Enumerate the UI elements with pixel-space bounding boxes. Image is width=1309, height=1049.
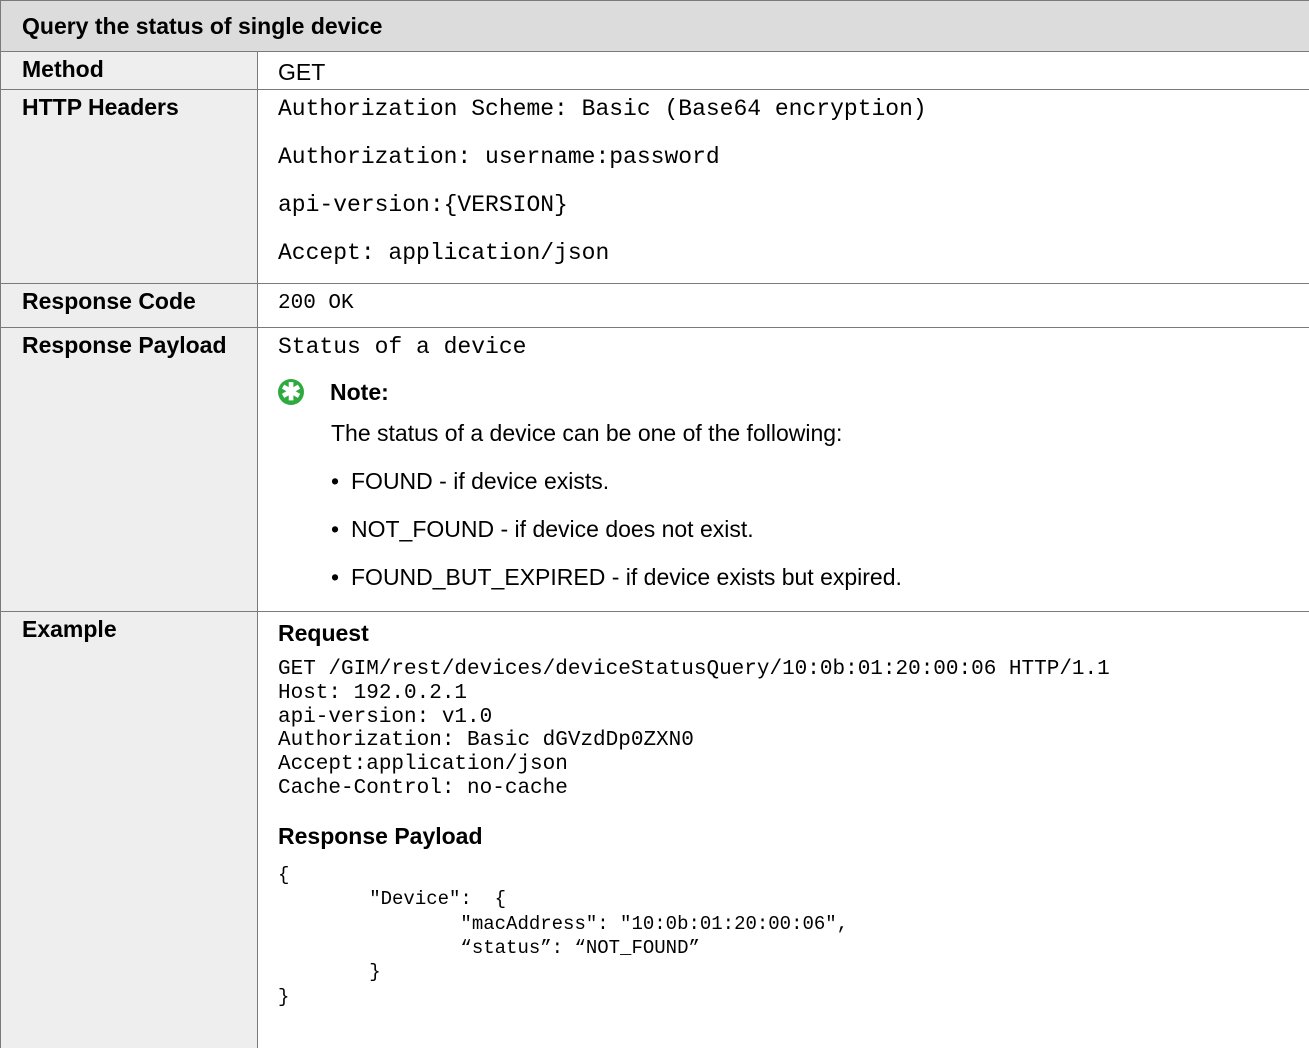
response-code-block: { "Device": { "macAddress": "10:0b:01:20…: [278, 863, 849, 1008]
example-label: Example: [1, 612, 258, 1048]
response-code-value: 200 OK: [278, 292, 354, 315]
note-bullet: • FOUND - if device exists.: [331, 462, 1309, 510]
response-code-row: Response Code 200 OK: [1, 284, 1309, 328]
note-label: Note:: [330, 378, 389, 405]
http-headers-row: HTTP Headers Authorization Scheme: Basic…: [1, 90, 1309, 284]
header-line: Accept: application/json: [278, 240, 610, 266]
response-payload-heading: Response Payload: [278, 822, 483, 849]
bullet-text: NOT_FOUND - if device does not exist.: [351, 516, 754, 542]
header-line: Authorization: username:password: [278, 144, 720, 170]
response-payload-label: Response Payload: [1, 328, 258, 611]
note-header: ✱ Note:: [278, 370, 1309, 414]
http-headers-label: HTTP Headers: [1, 90, 258, 283]
method-row: Method GET: [1, 52, 1309, 90]
response-payload-value: Status of a device ✱ Note: The status of…: [258, 328, 1309, 611]
header-line: Authorization Scheme: Basic (Base64 encr…: [278, 96, 927, 122]
note-bullet: • NOT_FOUND - if device does not exist.: [331, 510, 1309, 558]
bullet-dot-icon: •: [331, 564, 340, 590]
note-bullet: • FOUND_BUT_EXPIRED - if device exists bu…: [331, 558, 1309, 606]
note-intro: The status of a device can be one of the…: [331, 420, 843, 446]
api-reference-table: Query the status of single device Method…: [0, 0, 1309, 1048]
response-code-label: Response Code: [1, 284, 258, 327]
example-value: Request GET /GIM/rest/devices/deviceStat…: [258, 612, 1309, 1048]
method-value: GET: [278, 59, 326, 85]
bullet-text: FOUND_BUT_EXPIRED - if device exists but…: [351, 564, 902, 590]
response-payload-row: Response Payload Status of a device ✱ No…: [1, 328, 1309, 612]
bullet-dot-icon: •: [331, 468, 340, 494]
request-code-block: GET /GIM/rest/devices/deviceStatusQuery/…: [278, 658, 1110, 800]
payload-description: Status of a device: [278, 334, 527, 360]
note-body: The status of a device can be one of the…: [278, 414, 1309, 606]
example-row: Example Request GET /GIM/rest/devices/de…: [1, 612, 1309, 1048]
table-title: Query the status of single device: [1, 0, 1309, 52]
bullet-dot-icon: •: [331, 516, 340, 542]
method-label: Method: [1, 52, 258, 89]
request-heading: Request: [278, 620, 369, 646]
header-line: api-version:{VERSION}: [278, 192, 568, 218]
http-headers-value: Authorization Scheme: Basic (Base64 encr…: [258, 90, 1309, 283]
bullet-text: FOUND - if device exists.: [351, 468, 610, 494]
star-asterisk-icon: ✱: [278, 379, 304, 406]
